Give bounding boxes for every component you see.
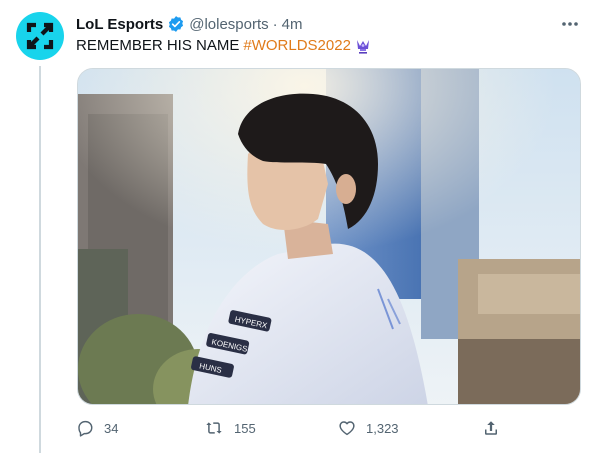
reply-button[interactable]: 34 — [76, 416, 118, 440]
tweet-media-image[interactable]: HYPERX KOENIGS HUNS — [77, 68, 581, 405]
header-separator: · — [272, 15, 278, 33]
retweet-button[interactable]: 155 — [204, 416, 256, 440]
verified-badge-icon — [167, 15, 185, 33]
share-button[interactable] — [482, 416, 500, 440]
reply-count: 34 — [104, 420, 119, 436]
lol-esports-logo-icon — [26, 22, 54, 50]
author-handle[interactable]: @lolesports — [189, 16, 268, 33]
more-options-button[interactable] — [560, 14, 580, 34]
author-avatar[interactable] — [16, 12, 64, 60]
reply-icon — [78, 420, 93, 437]
tweet-header: LoL Esports @lolesports · 4m — [76, 14, 303, 34]
retweet-count: 155 — [234, 420, 256, 436]
tweet-timestamp[interactable]: 4m — [282, 16, 303, 33]
author-name[interactable]: LoL Esports — [76, 16, 163, 33]
like-count: 1,323 — [366, 420, 399, 436]
share-icon — [485, 421, 497, 435]
heart-icon — [339, 421, 355, 436]
player-photo: HYPERX KOENIGS HUNS — [78, 69, 580, 404]
more-options-icon — [562, 22, 578, 26]
retweet-icon — [206, 422, 222, 434]
tweet-body: REMEMBER HIS NAME — [76, 37, 240, 54]
tweet-text: REMEMBER HIS NAME #WORLDS2022 — [76, 36, 372, 56]
like-button[interactable]: 1,323 — [338, 416, 399, 440]
hashtag-link[interactable]: #WORLDS2022 — [243, 36, 351, 56]
thread-line — [39, 66, 41, 453]
worlds-trophy-icon — [354, 37, 372, 55]
